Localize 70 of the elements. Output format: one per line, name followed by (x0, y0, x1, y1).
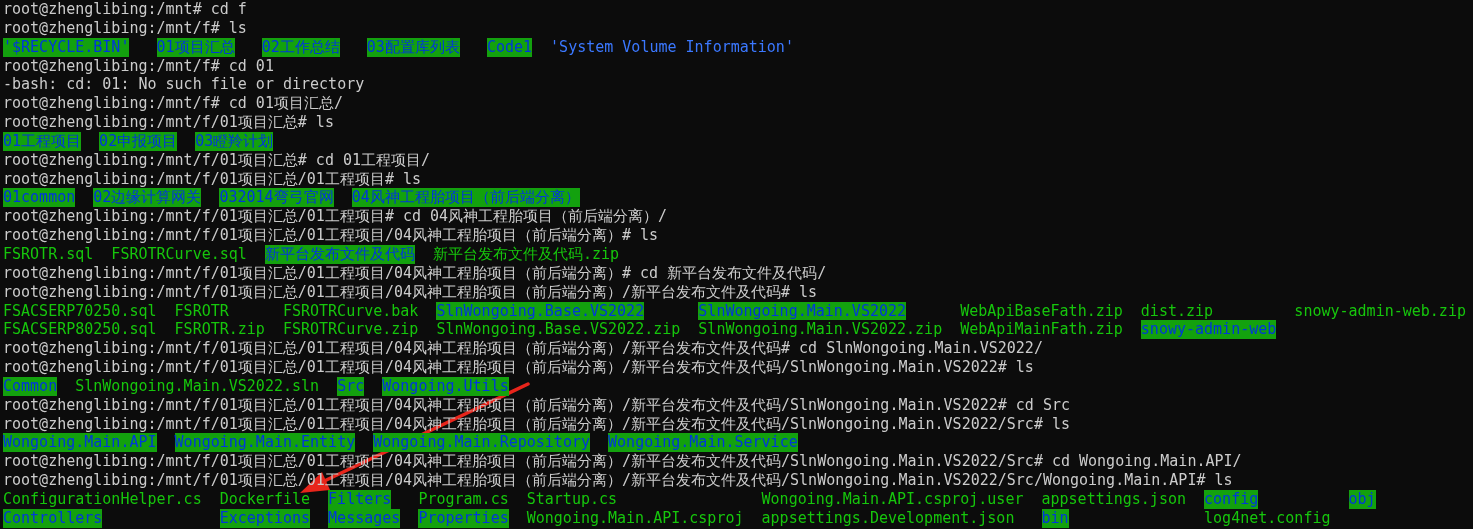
directory-name: Exceptions (219, 508, 311, 528)
output-text: -bash: cd: 01: No such file or directory (3, 75, 365, 94)
directory-name: Properties (418, 508, 509, 528)
file-name: FSACSERP70250.sql (3, 301, 157, 321)
directory-name: SlnWongoing.Main.VS2022 (698, 301, 907, 321)
directory-name: 01工程项目 (3, 131, 82, 151)
file-name: Startup.cs (526, 489, 618, 509)
directory-name: SlnWongoing.Base.VS2022 (436, 301, 645, 321)
file-name: FSROTR.sql (3, 244, 94, 264)
file-name: appsettings.Development.json (761, 508, 1015, 528)
directory-name: Controllers (3, 508, 103, 528)
directory-name: 04风神工程胎项目（前后端分离） (351, 188, 580, 208)
file-name: SlnWongoing.Base.VS2022.zip (436, 320, 681, 340)
file-name: Wongoing.Main.API.csproj (526, 508, 744, 528)
directory-name: Wongoing.Main.Repository (373, 433, 590, 453)
directory-name: 03配置库列表 (366, 37, 460, 57)
directory-name: Src (337, 376, 365, 396)
file-name: FSROTRCurve.bak (282, 301, 419, 321)
directory-name: config (1204, 489, 1259, 509)
directory-name: Wongoing.Main.API (3, 433, 157, 453)
directory-name: 新平台发布文件及代码 (264, 244, 415, 264)
file-name: FSROTR (174, 301, 229, 321)
directory-name: 01common (3, 188, 76, 208)
command-line: root@zhenglibing:/mnt/f/01项目汇总/01工程项目# cd 04风神工程胎项目（前后端分离）/ (3, 207, 668, 226)
directory-name: obj (1348, 489, 1376, 509)
command-line: root@zhenglibing:/mnt# cd f (3, 0, 247, 18)
file-name: FSROTR.zip (174, 320, 265, 340)
directory-name: 01项目汇总 (156, 37, 235, 57)
directory-name: bin (1041, 508, 1069, 528)
directory-name: Filters (328, 489, 392, 509)
file-name: FSACSERP80250.sql (3, 320, 157, 340)
directory-name: 03瞪羚计划 (195, 131, 274, 151)
directory-name: 02边缘计算网关 (93, 188, 202, 208)
command-line: root@zhenglibing:/mnt/f/01项目汇总# cd 01工程项目/ (3, 150, 431, 169)
file-name: snowy-admin-web.zip (1294, 301, 1466, 321)
file-name: Program.cs (418, 489, 509, 509)
command-line: root@zhenglibing:/mnt/f/01项目汇总/01工程项目/04风神工程胎项目（前后端分离）# ls (3, 226, 659, 245)
directory-name: snowy-admin-web (1140, 320, 1277, 340)
file-name: WebApiBaseFath.zip (960, 301, 1123, 321)
file-name: appsettings.json (1041, 489, 1186, 509)
directory-name: 02工作总结 (261, 37, 340, 57)
file-name: dist.zip (1140, 301, 1214, 321)
file-name: FSROTRCurve.zip (282, 320, 419, 340)
command-line: root@zhenglibing:/mnt/f# ls (3, 18, 247, 37)
directory-name: 'System Volume Information' (550, 37, 794, 57)
file-name: SlnWongoing.Main.VS2022.zip (698, 320, 943, 340)
file-name: Dockerfile (219, 489, 311, 509)
command-line: root@zhenglibing:/mnt/f/01项目汇总/01工程项目/04风神工程胎项目（前后端分离）/新平台发布文件及代码# cd SlnWongoing.Main.VS2022/ (3, 339, 1043, 358)
file-name: 新平台发布文件及代码.zip (432, 244, 620, 264)
directory-name: Wongoing.Main.Service (608, 433, 798, 453)
file-name: Wongoing.Main.API.csproj.user (761, 489, 1024, 509)
file-name: ConfigurationHelper.cs (3, 489, 202, 509)
command-line: root@zhenglibing:/mnt/f# cd 01 (3, 56, 274, 75)
file-name: SlnWongoing.Main.VS2022.sln (75, 376, 320, 396)
file-name: FSROTRCurve.sql (111, 244, 247, 264)
file-name: WebApiMainFath.zip (960, 320, 1123, 340)
directory-name: Wongoing.Utils (382, 376, 509, 396)
command-line: root@zhenglibing:/mnt/f# cd 01项目汇总/ (3, 94, 343, 113)
file-name: log4net.config (1204, 508, 1331, 528)
directory-name: Common (3, 376, 58, 396)
directory-name: 02申报项目 (99, 131, 178, 151)
command-line: root@zhenglibing:/mnt/f/01项目汇总/01工程项目/04风神工程胎项目（前后端分离）/新平台发布文件及代码# ls (3, 282, 818, 301)
command-line: root@zhenglibing:/mnt/f/01项目汇总# ls (3, 113, 334, 132)
command-line: root@zhenglibing:/mnt/f/01项目汇总/01工程项目/04风神工程胎项目（前后端分离）/新平台发布文件及代码/SlnWongoing.Main.VS2022# ls (3, 358, 1034, 377)
directory-name: Code1 (486, 37, 533, 57)
command-line: root@zhenglibing:/mnt/f/01项目汇总/01工程项目# ls (3, 169, 421, 188)
directory-name: '$RECYCLE.BIN' (3, 37, 130, 57)
command-line: root@zhenglibing:/mnt/f/01项目汇总/01工程项目/04风神工程胎项目（前后端分离）# cd 新平台发布文件及代码/ (3, 263, 827, 282)
directory-name: Messages (328, 508, 401, 528)
directory-name: 032014弯弓官网 (219, 188, 334, 208)
